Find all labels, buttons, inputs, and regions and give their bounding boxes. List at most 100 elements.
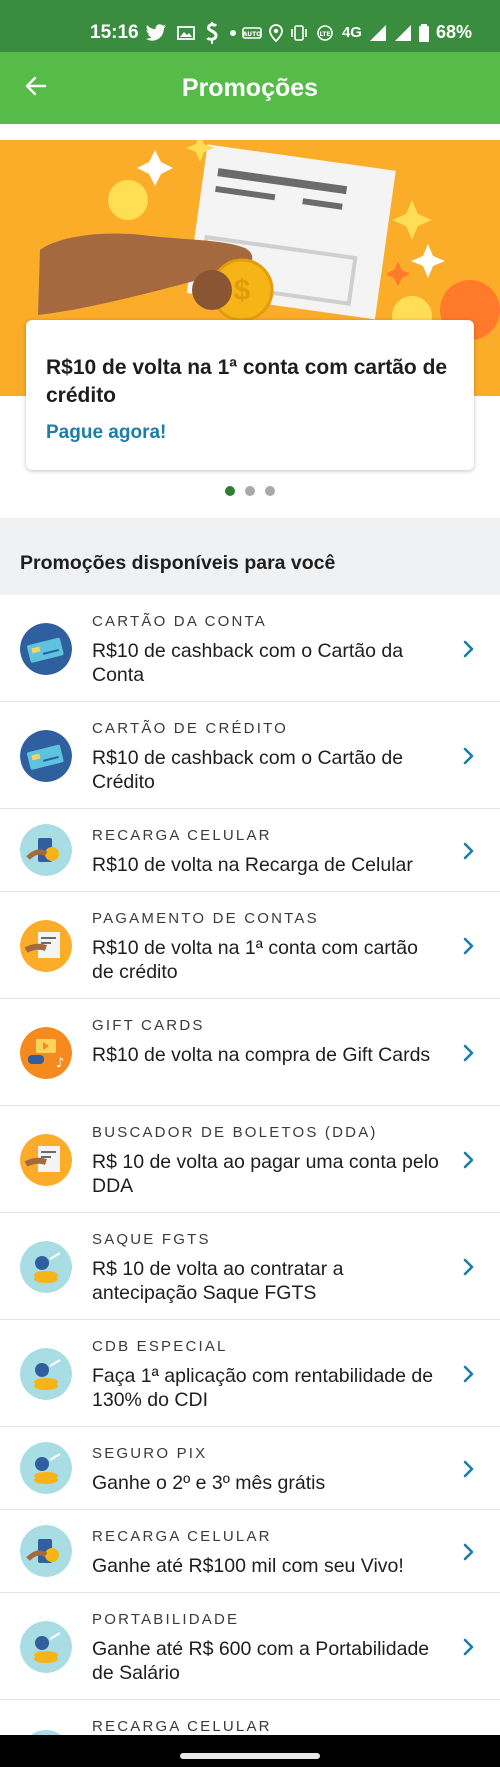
promotion-description: R$10 de volta na Recarga de Celular [92, 854, 413, 876]
carousel-dot[interactable] [265, 486, 275, 496]
list-item-text: PAGAMENTO DE CONTAS R$10 de volta na 1ª … [92, 910, 444, 984]
promotion-category: PAGAMENTO DE CONTAS [92, 910, 319, 927]
image-icon [177, 26, 195, 40]
promotion-description: R$ 10 de volta ao pagar uma conta pelo D… [92, 1151, 439, 1197]
promotion-description: R$10 de volta na 1ª conta com cartão de … [92, 937, 418, 983]
dot-icon [230, 30, 236, 36]
promotion-description: R$ 10 de volta ao contratar a antecipaçã… [92, 1258, 344, 1304]
chevron-right-icon [463, 842, 474, 860]
system-navigation-bar [0, 1735, 500, 1767]
list-item[interactable]: RECARGA CELULAR Ganhe até R$100 mil com … [0, 1510, 500, 1593]
card-icon [20, 623, 72, 675]
list-item-text: RECARGA CELULAR Ganhe até R$100 mil com … [92, 1528, 444, 1578]
list-item[interactable]: ♪ GIFT CARDS R$10 de volta na compra de … [0, 999, 500, 1106]
svg-text:♪: ♪ [56, 1056, 64, 1071]
gift-card-icon: ♪ [20, 1027, 72, 1079]
promotion-description: Faça 1ª aplicação com rentabilidade de 1… [92, 1365, 434, 1411]
promo-banner-card[interactable]: R$10 de volta na 1ª conta com cartão de … [26, 320, 474, 470]
promotion-category: CARTÃO DA CONTA [92, 613, 267, 630]
chevron-right-icon [463, 1638, 474, 1656]
chevron-right-icon [463, 1044, 474, 1062]
list-item[interactable]: CARTÃO DE CRÉDITO R$10 de cashback com o… [0, 702, 500, 809]
list-item-text: SEGURO PIX Ganhe o 2º e 3º mês grátis [92, 1445, 444, 1495]
home-gesture-handle[interactable] [180, 1753, 320, 1759]
carousel-indicator [0, 486, 500, 496]
battery-icon [418, 23, 429, 42]
promotion-category: RECARGA CELULAR [92, 1718, 272, 1735]
vibrate-icon [291, 24, 307, 41]
promotion-description: R$10 de cashback com o Cartão da Conta [92, 640, 404, 686]
promotion-category: SAQUE FGTS [92, 1231, 211, 1248]
list-item-text: RECARGA CELULAR R$10 de volta na Recarga… [92, 827, 444, 877]
promotion-category: CARTÃO DE CRÉDITO [92, 720, 289, 737]
auto-rotate-icon: AUTO [242, 26, 262, 39]
phone-recharge-icon [20, 824, 72, 876]
chevron-right-icon [463, 1460, 474, 1478]
list-item[interactable]: CDB ESPECIAL Faça 1ª aplicação com renta… [0, 1320, 500, 1427]
card-icon [20, 730, 72, 782]
svg-text:AUTO: AUTO [243, 31, 262, 38]
bill-payment-icon [20, 1134, 72, 1186]
page-title: Promoções [181, 74, 319, 102]
money-growth-icon [20, 1348, 72, 1400]
volte-icon: LTE [317, 24, 333, 41]
pay-now-link[interactable]: Pague agora! [46, 422, 454, 444]
list-item-text: CARTÃO DA CONTA R$10 de cashback com o C… [92, 613, 444, 687]
money-growth-icon [20, 1442, 72, 1494]
bill-payment-icon [20, 920, 72, 972]
svg-text:$: $ [234, 274, 251, 307]
notification-icons [145, 22, 237, 44]
status-bar: 15:16 AUTO LTE 4G 68% [0, 0, 500, 52]
promotion-category: PORTABILIDADE [92, 1611, 240, 1628]
list-item[interactable]: PAGAMENTO DE CONTAS R$10 de volta na 1ª … [0, 892, 500, 999]
signal-icon [369, 24, 386, 41]
list-item[interactable]: BUSCADOR DE BOLETOS (DDA) R$ 10 de volta… [0, 1106, 500, 1213]
location-icon [269, 23, 283, 42]
chevron-right-icon [463, 1258, 474, 1276]
network-type: 4G [341, 24, 362, 41]
list-item-text: SAQUE FGTS R$ 10 de volta ao contratar a… [92, 1231, 444, 1305]
list-item[interactable]: CARTÃO DA CONTA R$10 de cashback com o C… [0, 595, 500, 702]
section-header: Promoções disponíveis para você [0, 518, 500, 595]
money-growth-icon [20, 1241, 72, 1293]
money-growth-icon [20, 1621, 72, 1673]
chevron-right-icon [463, 640, 474, 658]
promotion-category: BUSCADOR DE BOLETOS (DDA) [92, 1124, 378, 1141]
twitter-icon [145, 24, 166, 41]
chevron-right-icon [463, 1365, 474, 1383]
promotions-list: CARTÃO DA CONTA R$10 de cashback com o C… [0, 595, 500, 1767]
list-item-text: BUSCADOR DE BOLETOS (DDA) R$ 10 de volta… [92, 1124, 444, 1198]
list-item[interactable]: PORTABILIDADE Ganhe até R$ 600 com a Por… [0, 1593, 500, 1700]
promotion-category: RECARGA CELULAR [92, 1528, 272, 1545]
promotion-category: RECARGA CELULAR [92, 827, 272, 844]
list-item[interactable]: RECARGA CELULAR R$10 de volta na Recarga… [0, 809, 500, 892]
list-item-text: GIFT CARDS R$10 de volta na compra de Gi… [92, 1017, 444, 1067]
status-time: 15:16 [90, 22, 139, 43]
promotion-description: Ganhe até R$ 600 com a Portabilidade de … [92, 1638, 430, 1684]
dollar-s-icon [206, 22, 218, 44]
svg-text:LTE: LTE [319, 31, 330, 38]
list-item[interactable]: SEGURO PIX Ganhe o 2º e 3º mês grátis [0, 1427, 500, 1510]
promotion-category: CDB ESPECIAL [92, 1338, 228, 1355]
phone-recharge-icon [20, 1525, 72, 1577]
promotion-description: R$10 de volta na compra de Gift Cards [92, 1044, 431, 1066]
list-item[interactable]: SAQUE FGTS R$ 10 de volta ao contratar a… [0, 1213, 500, 1320]
list-item-text: CARTÃO DE CRÉDITO R$10 de cashback com o… [92, 720, 444, 794]
list-item-text: CDB ESPECIAL Faça 1ª aplicação com renta… [92, 1338, 444, 1412]
carousel-dot[interactable] [245, 486, 255, 496]
promotion-description: Ganhe até R$100 mil com seu Vivo! [92, 1555, 404, 1577]
chevron-right-icon [463, 1151, 474, 1169]
app-bar: Promoções [0, 52, 500, 124]
section-title: Promoções disponíveis para você [20, 552, 336, 574]
promotion-description: R$10 de cashback com o Cartão de Crédito [92, 747, 404, 793]
chevron-right-icon [463, 937, 474, 955]
battery-level: 68% [435, 22, 472, 42]
promotion-description: Ganhe o 2º e 3º mês grátis [92, 1472, 326, 1494]
chevron-right-icon [463, 747, 474, 765]
list-item-text: PORTABILIDADE Ganhe até R$ 600 com a Por… [92, 1611, 444, 1685]
promotion-category: SEGURO PIX [92, 1445, 208, 1462]
promo-card-title: R$10 de volta na 1ª conta com cartão de … [46, 356, 448, 407]
chevron-right-icon [463, 1543, 474, 1561]
carousel-dot[interactable] [225, 486, 235, 496]
list-item-text: RECARGA CELULAR [92, 1718, 444, 1735]
